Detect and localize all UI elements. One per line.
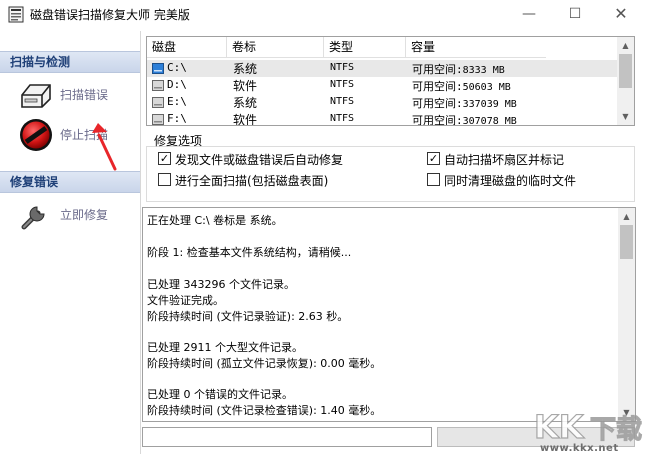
repair-now-label: 立即修复 [60,208,109,222]
drive-row[interactable]: C:\ 系统 NTFS 可用空间:8333 MB [147,60,617,77]
log-line: 已处理 343296 个文件记录。 [147,278,295,291]
drive-filesystem: NTFS [330,113,355,124]
drive-name: D:\ [167,78,187,91]
drive-volume-label: 软件 [233,79,258,93]
drive-capacity: 可用空间:50603 MB [412,78,511,94]
svg-text:下载: 下载 [590,415,642,445]
app-icon [8,6,24,23]
log-line: 阶段持续时间 (孤立文件记录恢复): 0.00 毫秒。 [147,357,382,370]
capacity-label: 可用空间: [412,63,463,76]
section-header-repair: 修复错误 [0,171,140,193]
capacity-label: 可用空间: [412,80,463,93]
repair-options-title: 修复选项 [154,134,203,148]
annotation-arrow-icon [92,123,117,171]
drive-list-scrollbar[interactable]: ▲ ▼ [617,37,634,125]
drive-capacity: 可用空间:337039 MB [412,95,517,111]
drive-row[interactable]: E:\ 系统 NTFS 可用空间:337039 MB [147,94,617,111]
checkbox-label: 发现文件或磁盘错误后自动修复 [175,153,344,167]
scan-errors-button[interactable]: 扫描错误 [18,77,136,113]
drive-name: F:\ [167,112,187,125]
drive-volume-label: 系统 [233,96,258,110]
repair-now-button[interactable]: 立即修复 [18,197,136,233]
scan-errors-label: 扫描错误 [60,88,109,102]
column-header-disk[interactable]: 磁盘 [147,37,227,58]
drive-filesystem: NTFS [330,62,355,73]
svg-text:KK: KK [534,408,585,446]
capacity-value: 50603 MB [462,82,511,93]
watermark-url: www.kkx.net [540,443,619,454]
column-header-type[interactable]: 类型 [324,37,406,58]
repair-options-group: 修复选项 ✓ 发现文件或磁盘错误后自动修复 进行全面扫描(包括磁盘表面) ✓ 自… [146,130,635,204]
window-title: 磁盘错误扫描修复大师 完美版 [30,8,190,22]
minimize-button[interactable]: — [506,0,552,30]
capacity-label: 可用空间: [412,97,463,110]
checkbox-box: ✓ [158,152,171,165]
drive-icon [152,80,164,91]
checkbox-label: 同时清理磁盘的临时文件 [444,174,577,188]
capacity-value: 8333 MB [462,65,505,76]
drive-filesystem: NTFS [330,79,355,90]
checkbox-box: ✓ [427,152,440,165]
column-header-label[interactable]: 卷标 [227,37,324,58]
checkbox-box [158,173,171,186]
drive-icon [152,114,164,125]
checkbox-label: 进行全面扫描(包括磁盘表面) [175,174,329,188]
column-header-capacity[interactable]: 容量 [406,37,546,58]
drive-volume-label: 系统 [233,62,258,76]
log-line: 已处理 2911 个大型文件记录。 [147,341,303,354]
scroll-thumb[interactable] [619,54,632,88]
scroll-down-icon[interactable]: ▼ [617,108,634,125]
section-header-scan: 扫描与检测 [0,51,140,73]
close-button[interactable]: ✕ [598,0,644,30]
log-line: 阶段 1: 检查基本文件系统结构，请稍候... [147,246,352,259]
status-field [142,427,432,447]
log-line: 已处理 0 个错误的文件记录。 [147,388,293,401]
scroll-up-icon[interactable]: ▲ [617,37,634,54]
drive-capacity: 可用空间:8333 MB [412,61,505,77]
log-line: 阶段持续时间 (文件记录检查错误): 1.40 毫秒。 [147,404,382,417]
sidebar: 扫描与检测 扫描错误 停止扫描 修复错误 立即修复 [0,31,141,454]
log-line: 阶段持续时间 (文件记录验证): 2.63 秒。 [147,310,349,323]
drive-row[interactable]: D:\ 软件 NTFS 可用空间:50603 MB [147,77,617,94]
scroll-thumb[interactable] [620,225,633,259]
wrench-icon [21,205,46,230]
drive-capacity: 可用空间:307078 MB [412,112,517,126]
maximize-button[interactable]: ☐ [552,0,598,30]
drive-icon [152,97,164,108]
scan-log[interactable]: 正在处理 C:\ 卷标是 系统。 阶段 1: 检查基本文件系统结构，请稍候...… [142,207,636,422]
drive-list[interactable]: 磁盘 卷标 类型 容量 C:\ 系统 NTFS 可用空间:8333 MB D:\… [146,36,635,126]
drive-filesystem: NTFS [330,96,355,107]
drive-row[interactable]: F:\ 软件 NTFS 可用空间:307078 MB [147,111,617,126]
capacity-value: 307078 MB [462,116,517,126]
checkbox-box [427,173,440,186]
stop-icon [20,119,52,151]
log-line: 文件验证完成。 [147,294,224,307]
drive-name: E:\ [167,95,187,108]
checkbox-label: 自动扫描坏扇区并标记 [444,153,565,167]
log-line: 正在处理 C:\ 卷标是 系统。 [147,214,283,227]
title-bar[interactable]: 磁盘错误扫描修复大师 完美版 — ☐ ✕ [0,0,648,30]
capacity-label: 可用空间: [412,114,463,126]
scroll-up-icon[interactable]: ▲ [618,208,635,225]
drive-name: C:\ [167,61,187,74]
capacity-value: 337039 MB [462,99,517,110]
log-scrollbar[interactable]: ▲ ▼ [618,208,635,421]
drive-c-icon [152,63,164,74]
drive-volume-label: 软件 [233,113,258,126]
drive-icon [21,84,51,108]
